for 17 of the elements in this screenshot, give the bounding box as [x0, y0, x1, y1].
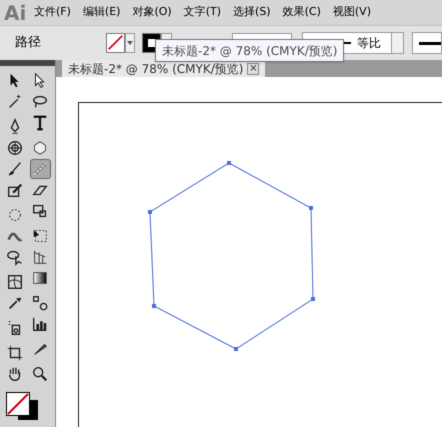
menu-item[interactable]: 选择(S) — [233, 4, 271, 21]
blob-brush-icon[interactable] — [30, 158, 51, 178]
fill-swatch[interactable] — [106, 33, 125, 53]
menu-item[interactable]: 视图(V) — [332, 4, 371, 21]
profile-label: 等比 — [356, 35, 381, 52]
tooltip: 未标题-2* @ 78% (CMYK/预览) — [155, 39, 344, 62]
app-logo: Ai — [3, 2, 28, 22]
menu-item[interactable]: 文件(F) — [34, 4, 71, 21]
brush-definition-dropdown[interactable] — [412, 32, 442, 54]
document-tab[interactable]: 未标题-2* @ 78% (CMYK/预览) × — [62, 60, 266, 77]
close-button[interactable]: × — [247, 62, 260, 74]
selection-label: 路径 — [15, 34, 42, 52]
menu-item[interactable]: 效果(C) — [282, 4, 321, 21]
menu-item[interactable]: 编辑(E) — [82, 4, 120, 21]
fill-stroke-swatches[interactable] — [6, 392, 38, 420]
menu-item[interactable]: 文字(T) — [184, 4, 222, 21]
menu-item[interactable]: 对象(O) — [132, 4, 172, 21]
